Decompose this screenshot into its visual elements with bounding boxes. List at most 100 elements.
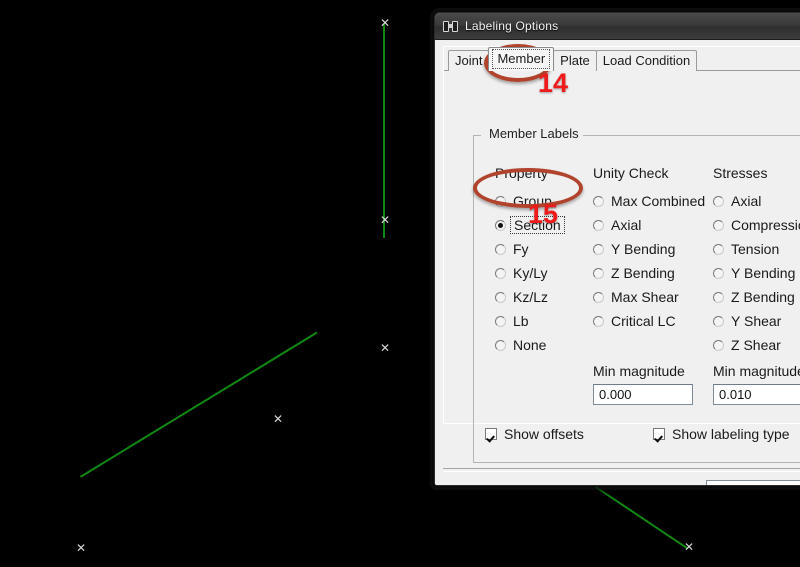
binoculars-icon bbox=[443, 20, 458, 32]
dialog-title: Labeling Options bbox=[465, 19, 559, 33]
radio-indicator bbox=[593, 195, 604, 207]
tab-joint[interactable]: Joint bbox=[448, 50, 490, 71]
radio-indicator bbox=[713, 195, 724, 207]
node-marker: ✕ bbox=[380, 341, 391, 355]
radio-label: Z Shear bbox=[731, 337, 781, 353]
radio-st-z-shear[interactable]: Z Shear bbox=[713, 333, 800, 357]
scale-factor-value: 1.000 bbox=[713, 484, 746, 486]
radio-indicator bbox=[495, 291, 506, 303]
radio-label: Y Bending bbox=[611, 241, 676, 257]
node-marker: ✕ bbox=[76, 541, 87, 555]
radio-label: Section bbox=[510, 216, 565, 234]
scale-factor-label: Scale factor (loads and stresses) bbox=[465, 483, 684, 485]
radio-indicator bbox=[593, 267, 604, 279]
labeling-options-dialog: Labeling Options Joint Member Plate Load… bbox=[434, 12, 800, 486]
groupbox-top-left-rule bbox=[473, 135, 481, 136]
unity-check-column: Unity Check Max Combined Axial Y Bending… bbox=[593, 165, 705, 405]
tab-member[interactable]: Member bbox=[488, 47, 555, 71]
member-line-diagonal-right[interactable] bbox=[595, 486, 689, 549]
show-offsets-label: Show offsets bbox=[504, 426, 584, 442]
radio-indicator bbox=[495, 195, 506, 207]
stresses-min-magnitude: Min magnitude 0.010 bbox=[713, 363, 800, 405]
tab-member-label: Member bbox=[497, 51, 546, 66]
stresses-min-magnitude-input[interactable]: 0.010 bbox=[713, 384, 800, 405]
radio-label: Axial bbox=[731, 193, 762, 209]
radio-none[interactable]: None bbox=[495, 333, 562, 357]
stresses-column-heading: Stresses bbox=[713, 165, 768, 181]
radio-uc-max-shear[interactable]: Max Shear bbox=[593, 285, 705, 309]
tab-load-condition-label: Load Condition bbox=[602, 53, 691, 68]
show-labeling-type-checkbox[interactable]: Show labeling type bbox=[653, 426, 790, 442]
dialog-body: Joint Member Plate Load Condition Member… bbox=[435, 40, 800, 486]
radio-indicator bbox=[495, 243, 506, 255]
radio-kzlz[interactable]: Kz/Lz bbox=[495, 285, 562, 309]
min-magnitude-label: Min magnitude bbox=[713, 363, 800, 379]
radio-label: Max Combined bbox=[611, 193, 706, 209]
tab-plate[interactable]: Plate bbox=[553, 50, 597, 71]
tab-load-condition[interactable]: Load Condition bbox=[595, 50, 698, 71]
radio-st-y-shear[interactable]: Y Shear bbox=[713, 309, 800, 333]
unity-check-column-heading: Unity Check bbox=[593, 165, 669, 181]
radio-label: Z Bending bbox=[611, 265, 675, 281]
radio-label: Max Shear bbox=[611, 289, 679, 305]
radio-kyly[interactable]: Ky/Ly bbox=[495, 261, 562, 285]
min-magnitude-label: Min magnitude bbox=[593, 363, 685, 379]
scale-factor-input[interactable]: 1.000 bbox=[706, 480, 800, 486]
dialog-titlebar[interactable]: Labeling Options bbox=[435, 13, 800, 40]
radio-indicator bbox=[593, 315, 604, 327]
radio-indicator bbox=[713, 243, 724, 255]
radio-st-y-bending[interactable]: Y Bending bbox=[713, 261, 800, 285]
radio-label: Compression bbox=[731, 217, 800, 233]
min-magnitude-value: 0.000 bbox=[599, 387, 632, 402]
property-column: Property Group Section Fy Ky/Ly Kz/Lz Lb… bbox=[495, 165, 565, 357]
unity-check-min-magnitude: Min magnitude 0.000 bbox=[593, 363, 693, 405]
radio-label: Group bbox=[513, 193, 552, 209]
member-labels-groupbox: Member Labels Property Group Section Fy bbox=[473, 126, 800, 463]
min-magnitude-value: 0.010 bbox=[719, 387, 752, 402]
radio-label: Y Bending bbox=[731, 265, 796, 281]
radio-fy[interactable]: Fy bbox=[495, 237, 562, 261]
radio-st-axial[interactable]: Axial bbox=[713, 189, 800, 213]
radio-uc-axial[interactable]: Axial bbox=[593, 213, 705, 237]
radio-indicator bbox=[713, 291, 724, 303]
radio-st-z-bending[interactable]: Z Bending bbox=[713, 285, 800, 309]
radio-indicator bbox=[495, 267, 506, 279]
checkbox-indicator bbox=[653, 428, 665, 440]
radio-group[interactable]: Group bbox=[495, 189, 562, 213]
member-line-diagonal-left[interactable] bbox=[80, 331, 318, 478]
member-line-vertical[interactable] bbox=[383, 24, 385, 238]
radio-uc-critical-lc[interactable]: Critical LC bbox=[593, 309, 705, 333]
property-column-heading: Property bbox=[495, 165, 548, 181]
radio-label: Y Shear bbox=[731, 313, 782, 329]
checkbox-indicator bbox=[485, 428, 497, 440]
radio-label: Tension bbox=[731, 241, 780, 257]
tab-strip: Joint Member Plate Load Condition bbox=[448, 47, 698, 71]
radio-uc-y-bending[interactable]: Y Bending bbox=[593, 237, 705, 261]
show-offsets-checkbox[interactable]: Show offsets bbox=[485, 426, 584, 442]
radio-st-tension[interactable]: Tension bbox=[713, 237, 800, 261]
radio-max-combined[interactable]: Max Combined bbox=[593, 189, 705, 213]
radio-indicator bbox=[495, 315, 506, 327]
radio-label: Axial bbox=[611, 217, 642, 233]
node-marker: ✕ bbox=[380, 213, 391, 227]
radio-indicator bbox=[495, 339, 506, 351]
section-divider bbox=[443, 468, 800, 472]
groupbox-top-right-rule bbox=[583, 135, 800, 136]
node-marker: ✕ bbox=[273, 412, 284, 426]
stresses-column: Stresses Axial Compression Tension Y Ben… bbox=[713, 165, 800, 405]
node-marker: ✕ bbox=[684, 540, 695, 554]
radio-uc-z-bending[interactable]: Z Bending bbox=[593, 261, 705, 285]
radio-section[interactable]: Section bbox=[495, 213, 565, 237]
unity-check-min-magnitude-input[interactable]: 0.000 bbox=[593, 384, 693, 405]
scale-factor-row: Scale factor (loads and stresses) 1.000 bbox=[465, 480, 800, 486]
node-marker: ✕ bbox=[380, 16, 391, 30]
radio-indicator bbox=[495, 219, 506, 231]
radio-label: Fy bbox=[513, 241, 529, 257]
tab-plate-label: Plate bbox=[560, 53, 590, 68]
show-labeling-type-label: Show labeling type bbox=[672, 426, 790, 442]
radio-lb[interactable]: Lb bbox=[495, 309, 562, 333]
tab-joint-label: Joint bbox=[455, 53, 483, 68]
radio-st-compression[interactable]: Compression bbox=[713, 213, 800, 237]
radio-indicator bbox=[593, 243, 604, 255]
radio-label: Kz/Lz bbox=[513, 289, 549, 305]
